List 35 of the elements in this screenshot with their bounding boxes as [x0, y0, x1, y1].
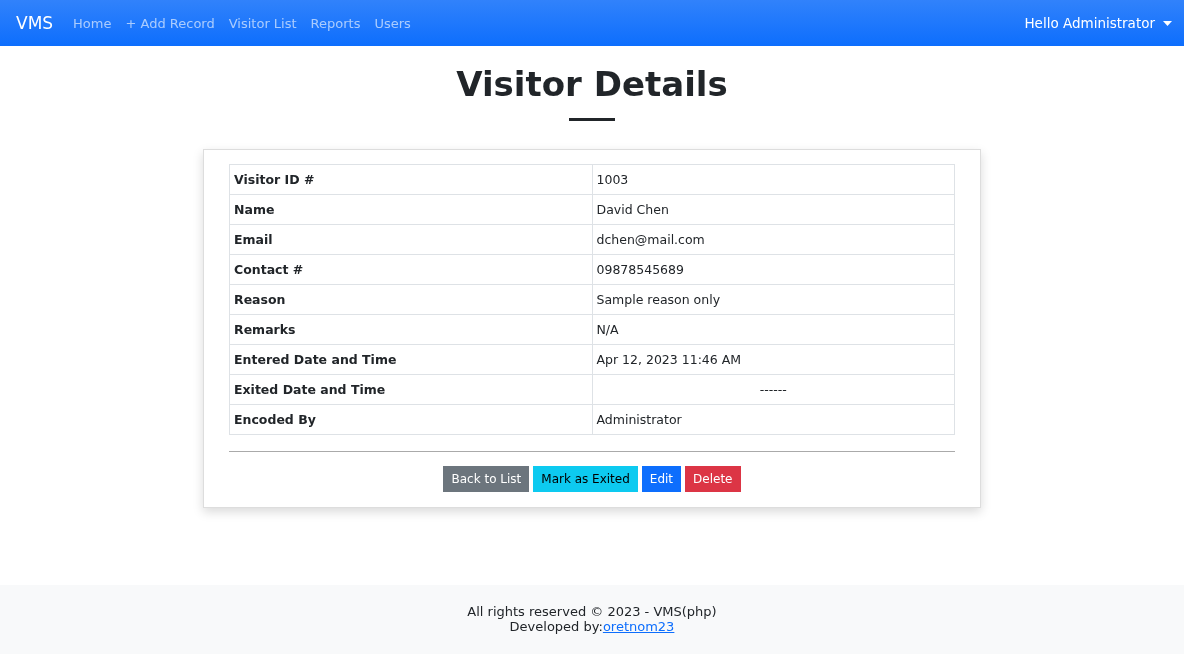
copyright-text: All rights reserved © 2023 - VMS(php)	[467, 604, 717, 620]
field-label: Name	[229, 194, 592, 225]
action-button[interactable]: Delete	[685, 466, 741, 492]
page-title: Visitor Details	[456, 64, 728, 104]
field-label: Email	[229, 224, 592, 255]
nav-link[interactable]: Reports	[310, 15, 361, 31]
field-value: 1003	[592, 164, 955, 195]
action-button[interactable]: Back to List	[443, 466, 530, 492]
field-value: David Chen	[592, 194, 955, 225]
field-label: Entered Date and Time	[229, 344, 592, 375]
field-label: Remarks	[229, 314, 592, 345]
field-value: Administrator	[592, 404, 955, 435]
field-label: Encoded By	[229, 404, 592, 435]
field-value: N/A	[592, 314, 955, 345]
user-menu[interactable]: Hello Administrator	[1024, 15, 1172, 31]
field-value: Sample reason only	[592, 284, 955, 315]
action-button[interactable]: Edit	[641, 466, 682, 492]
action-button[interactable]: Mark as Exited	[533, 466, 638, 492]
field-value: ------	[592, 374, 955, 405]
title-underline	[569, 118, 615, 121]
nav-link[interactable]: + Add Record	[125, 15, 215, 31]
field-value: 09878545689	[592, 254, 955, 285]
nav-link[interactable]: Home	[73, 15, 112, 31]
field-value: dchen@mail.com	[592, 224, 955, 255]
developer-credit: Developed by:	[509, 618, 603, 634]
nav-link[interactable]: Users	[374, 15, 411, 31]
field-label: Visitor ID #	[229, 164, 592, 195]
field-label: Reason	[229, 284, 592, 315]
field-label: Contact #	[229, 254, 592, 285]
brand-logo[interactable]: VMS	[16, 13, 54, 33]
field-value: Apr 12, 2023 11:46 AM	[592, 344, 955, 375]
nav-link[interactable]: Visitor List	[228, 15, 297, 31]
field-label: Exited Date and Time	[229, 374, 592, 405]
caret-icon	[1163, 20, 1172, 26]
author-link[interactable]: oretnom23	[602, 618, 675, 634]
